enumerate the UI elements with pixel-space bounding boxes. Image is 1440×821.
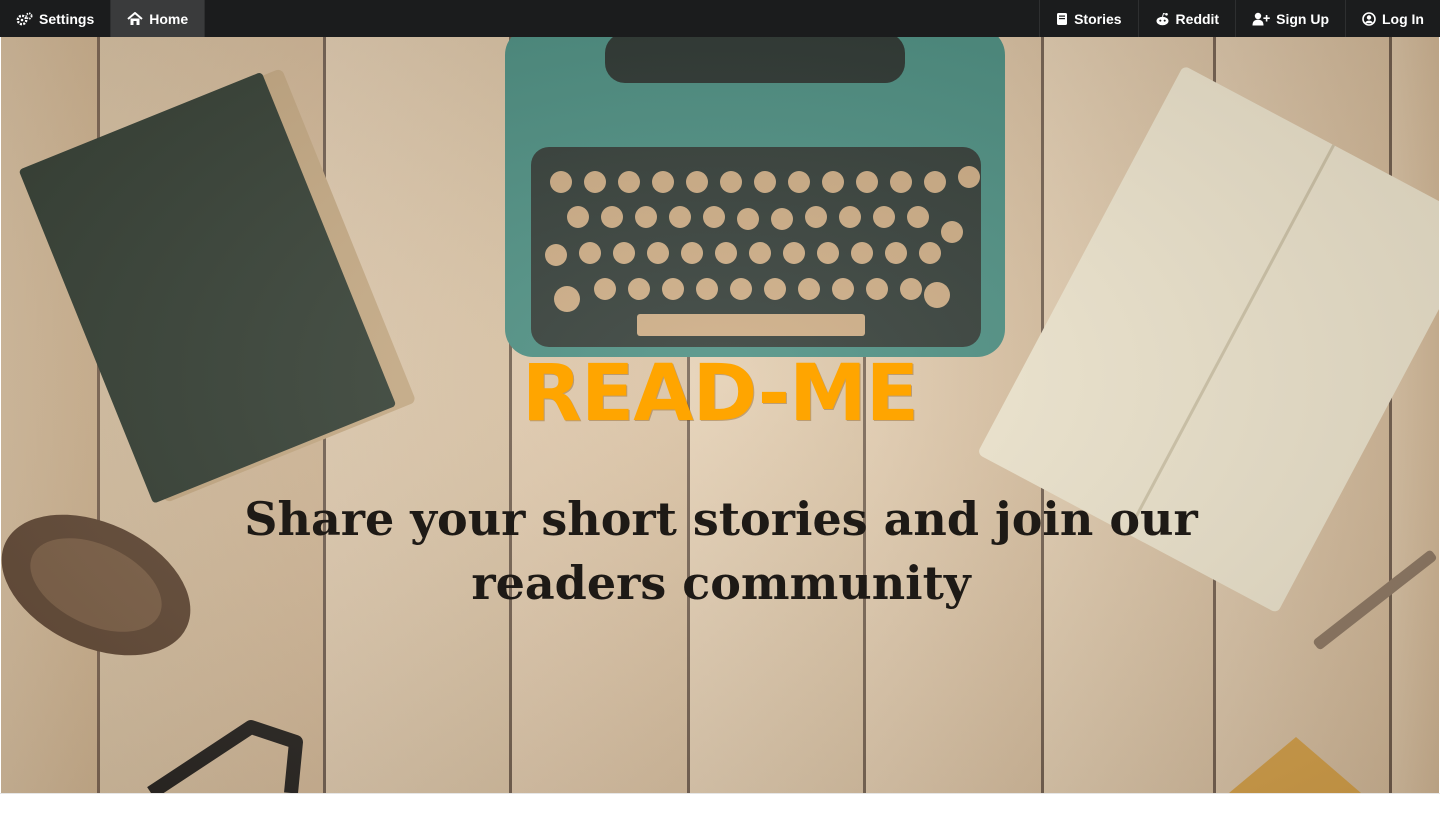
- nav-settings-label: Settings: [39, 10, 95, 27]
- hero-title: READ-ME: [521, 349, 919, 439]
- nav-reddit[interactable]: Reddit: [1137, 0, 1236, 37]
- page-bottom-strip: [0, 793, 1440, 821]
- nav-sign-up[interactable]: Sign Up: [1235, 0, 1345, 37]
- top-navbar: Settings Home Stories Reddit Sign Up Log…: [0, 0, 1440, 37]
- home-icon: [127, 11, 143, 26]
- nav-stories[interactable]: Stories: [1039, 0, 1137, 37]
- nav-home[interactable]: Home: [111, 0, 206, 37]
- user-circle-icon: [1362, 11, 1376, 26]
- nav-home-label: Home: [149, 10, 189, 27]
- navbar-right-group: Stories Reddit Sign Up Log In: [1039, 0, 1440, 37]
- book-icon: [1056, 12, 1068, 26]
- nav-reddit-label: Reddit: [1175, 10, 1220, 27]
- nav-settings[interactable]: Settings: [0, 0, 112, 37]
- nav-sign-up-label: Sign Up: [1276, 10, 1329, 27]
- cogs-icon: [16, 12, 33, 26]
- user-plus-icon: [1252, 12, 1270, 26]
- reddit-icon: [1155, 12, 1170, 26]
- nav-stories-label: Stories: [1074, 10, 1122, 27]
- navbar-left-group: Settings Home: [0, 0, 206, 37]
- hero-tagline: Share your short stories and join our re…: [244, 492, 1198, 610]
- nav-log-in-label: Log In: [1382, 10, 1424, 27]
- nav-log-in[interactable]: Log In: [1345, 0, 1440, 37]
- hero-banner: READ-ME Share your short stories and joi…: [1, 37, 1439, 793]
